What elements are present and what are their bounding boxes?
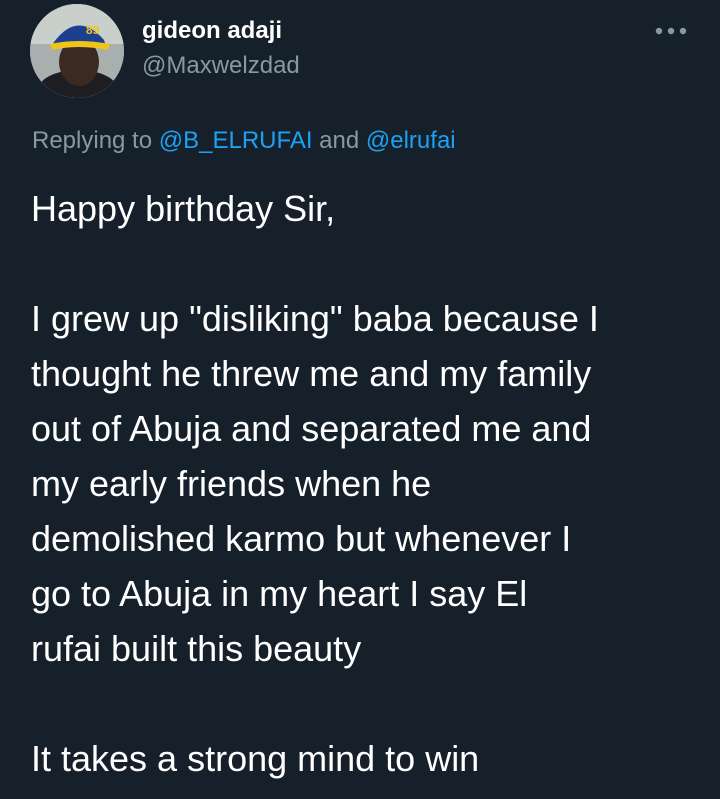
avatar[interactable]: 89 xyxy=(30,4,124,98)
user-handle[interactable]: @Maxwelzdad xyxy=(142,50,300,82)
replying-to: Replying to @B_ELRUFAI and @elrufai xyxy=(32,124,456,158)
avatar-photo: 89 xyxy=(30,4,124,98)
display-name[interactable]: gideon adaji xyxy=(142,16,300,46)
tweet-paragraph-3: It takes a strong mind to win xyxy=(31,738,480,779)
tweet-paragraph-2: I grew up "disliking" baba because I tho… xyxy=(31,298,599,669)
mention-b-elrufai[interactable]: @B_ELRUFAI xyxy=(159,127,313,154)
tweet-paragraph-1: Happy birthday Sir, xyxy=(31,188,336,229)
replying-to-joiner: and xyxy=(312,127,366,154)
more-horizontal-icon xyxy=(655,27,687,35)
tweet-text: Happy birthday Sir, I grew up "disliking… xyxy=(31,181,701,786)
avatar-cap-text: 89 xyxy=(86,23,100,37)
mention-elrufai[interactable]: @elrufai xyxy=(366,127,456,154)
tweet: 89 gideon adaji @Maxwelzdad Replying to … xyxy=(0,0,720,799)
more-options-button[interactable] xyxy=(654,24,688,38)
author-block: gideon adaji @Maxwelzdad xyxy=(142,16,300,82)
replying-to-prefix: Replying to xyxy=(32,127,159,154)
